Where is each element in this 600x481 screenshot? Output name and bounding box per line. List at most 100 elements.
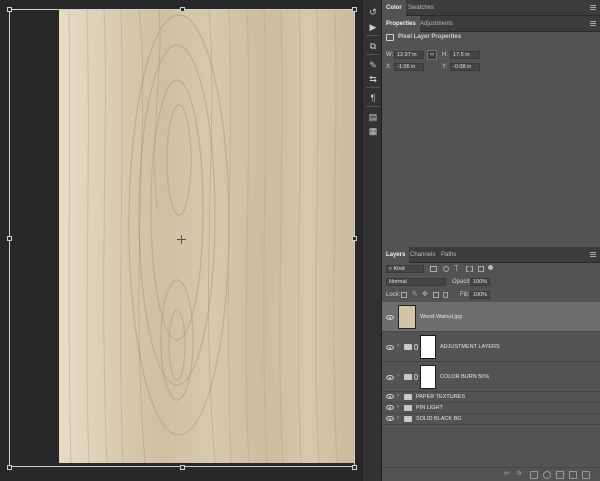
blend-mode-value: Normal bbox=[389, 279, 407, 285]
layer-row[interactable]: › COLOR BURN 50% bbox=[382, 362, 600, 392]
x-field[interactable]: -1.06 in bbox=[394, 63, 424, 71]
lock-artboard-icon[interactable] bbox=[433, 292, 439, 298]
group-icon[interactable] bbox=[556, 471, 564, 479]
layer-name[interactable]: PAPER TEXTURES bbox=[416, 394, 465, 400]
right-panels: Color Swatches Properties Adjustments Pi… bbox=[382, 0, 600, 481]
shapes-icon[interactable]: ⧉ bbox=[367, 40, 379, 52]
lock-position-icon[interactable]: ✥ bbox=[422, 290, 428, 298]
chevron-right-icon[interactable]: › bbox=[397, 373, 399, 379]
mask-icon[interactable] bbox=[530, 471, 538, 479]
layer-mask-thumbnail[interactable] bbox=[420, 365, 436, 389]
lock-paint-icon[interactable]: ✎ bbox=[412, 290, 418, 298]
filter-shape-icon[interactable] bbox=[466, 266, 473, 272]
folder-icon bbox=[404, 374, 412, 380]
layer-mask-thumbnail[interactable] bbox=[420, 335, 436, 359]
reference-point-icon[interactable] bbox=[177, 235, 186, 244]
layer-row[interactable]: › ADJUSTMENT LAYERS bbox=[382, 332, 600, 362]
filter-smart-object-icon[interactable] bbox=[478, 266, 484, 272]
opacity-field[interactable]: 100% bbox=[470, 278, 490, 286]
transform-handle-top-right[interactable] bbox=[352, 7, 357, 12]
filter-toggle-icon[interactable] bbox=[488, 265, 493, 270]
transform-handle-middle-left[interactable] bbox=[7, 236, 12, 241]
properties-heading: Pixel Layer Properties bbox=[398, 34, 462, 40]
visibility-eye-icon[interactable] bbox=[386, 405, 394, 410]
visibility-eye-icon[interactable] bbox=[386, 416, 394, 421]
trash-icon[interactable] bbox=[582, 471, 590, 479]
color-panel-tabbar: Color Swatches bbox=[382, 0, 600, 16]
lock-transparent-icon[interactable] bbox=[401, 292, 407, 298]
layer-row[interactable]: › PAPER TEXTURES bbox=[382, 392, 600, 403]
lock-all-icon[interactable] bbox=[443, 292, 448, 298]
layers-bottom-toolbar: ∞ fx bbox=[382, 467, 600, 481]
fx-icon[interactable]: fx bbox=[517, 471, 522, 477]
pixel-layer-icon bbox=[386, 34, 394, 41]
width-field[interactable]: 12.97 in bbox=[394, 51, 424, 59]
filter-kind-text: Kind bbox=[393, 266, 405, 272]
filter-type-icon[interactable]: T bbox=[454, 264, 459, 273]
adjustment-icon[interactable] bbox=[543, 471, 551, 479]
tab-paths[interactable]: Paths bbox=[437, 247, 460, 263]
layer-row[interactable]: › PIN LIGHT bbox=[382, 403, 600, 414]
document-canvas[interactable] bbox=[0, 0, 362, 481]
layer-name[interactable]: SOLID BLACK BG bbox=[416, 416, 462, 422]
fill-label: Fill: bbox=[460, 292, 470, 298]
filter-pixel-icon[interactable] bbox=[430, 266, 437, 272]
visibility-eye-icon[interactable] bbox=[386, 315, 394, 320]
chevron-right-icon[interactable]: › bbox=[397, 393, 399, 399]
link-icon[interactable]: ∞ bbox=[504, 470, 509, 477]
transform-handle-middle-right[interactable] bbox=[352, 236, 357, 241]
layer-row[interactable]: › SOLID BLACK BG bbox=[382, 414, 600, 425]
tab-color[interactable]: Color bbox=[382, 0, 406, 16]
layer-name[interactable]: COLOR BURN 50% bbox=[440, 374, 489, 380]
tab-swatches[interactable]: Swatches bbox=[404, 0, 438, 16]
filter-adjustment-icon[interactable] bbox=[443, 266, 449, 272]
y-field[interactable]: -0.08 in bbox=[450, 63, 480, 71]
properties-panel-tabbar: Properties Adjustments bbox=[382, 16, 600, 32]
chevron-right-icon[interactable]: › bbox=[397, 404, 399, 410]
chevron-right-icon[interactable]: › bbox=[397, 343, 399, 349]
panel-menu-icon[interactable] bbox=[590, 252, 596, 257]
folder-icon bbox=[404, 405, 412, 411]
width-label: W: bbox=[386, 52, 394, 58]
folder-icon bbox=[404, 416, 412, 422]
panel-icon-strip: ↺ ▶ ⧉ ✎ ⇆ ¶ ▤ ▦ bbox=[362, 0, 382, 481]
visibility-eye-icon[interactable] bbox=[386, 394, 394, 399]
blend-mode-select[interactable]: Normal bbox=[386, 278, 446, 286]
x-label: X: bbox=[386, 64, 392, 70]
chevron-right-icon[interactable]: › bbox=[397, 415, 399, 421]
folder-icon bbox=[404, 344, 412, 350]
height-field[interactable]: 17.5 in bbox=[450, 51, 480, 59]
tab-adjustments[interactable]: Adjustments bbox=[416, 16, 457, 32]
layer-name[interactable]: PIN LIGHT bbox=[416, 405, 443, 411]
libraries-icon[interactable]: ▤ bbox=[367, 111, 379, 123]
lock-label: Lock: bbox=[386, 292, 401, 298]
transform-handle-bottom-left[interactable] bbox=[7, 465, 12, 470]
play-icon[interactable]: ▶ bbox=[367, 21, 379, 33]
transform-handle-bottom-center[interactable] bbox=[180, 465, 185, 470]
mask-link-icon[interactable] bbox=[414, 344, 418, 350]
layer-filter-select[interactable]: ⌕ Kind bbox=[386, 265, 424, 273]
transform-handle-bottom-right[interactable] bbox=[352, 465, 357, 470]
brush-presets-icon[interactable]: ✎ bbox=[367, 59, 379, 71]
panel-menu-icon[interactable] bbox=[590, 5, 596, 10]
adjust-sliders-icon[interactable]: ⇆ bbox=[367, 73, 379, 85]
tab-channels[interactable]: Channels bbox=[406, 247, 439, 263]
layer-name[interactable]: ADJUSTMENT LAYERS bbox=[440, 344, 500, 350]
new-layer-icon[interactable] bbox=[569, 471, 577, 479]
layer-row[interactable]: Wood-Walnut.jpg bbox=[382, 302, 600, 332]
paragraph-icon[interactable]: ¶ bbox=[367, 92, 379, 104]
layer-name[interactable]: Wood-Walnut.jpg bbox=[420, 314, 462, 320]
history-brush-icon[interactable]: ↺ bbox=[367, 6, 379, 18]
tab-properties[interactable]: Properties bbox=[382, 16, 420, 32]
fill-field[interactable]: 100% bbox=[470, 291, 490, 299]
visibility-eye-icon[interactable] bbox=[386, 345, 394, 350]
link-dimensions-icon[interactable]: ∞ bbox=[427, 50, 437, 60]
visibility-eye-icon[interactable] bbox=[386, 375, 394, 380]
transform-handle-top-center[interactable] bbox=[180, 7, 185, 12]
transform-handle-top-left[interactable] bbox=[7, 7, 12, 12]
panel-menu-icon[interactable] bbox=[590, 21, 596, 26]
notes-icon[interactable]: ▦ bbox=[367, 125, 379, 137]
layers-panel-tabbar: Layers Channels Paths bbox=[382, 247, 600, 263]
mask-link-icon[interactable] bbox=[414, 374, 418, 380]
y-label: Y: bbox=[442, 64, 448, 70]
